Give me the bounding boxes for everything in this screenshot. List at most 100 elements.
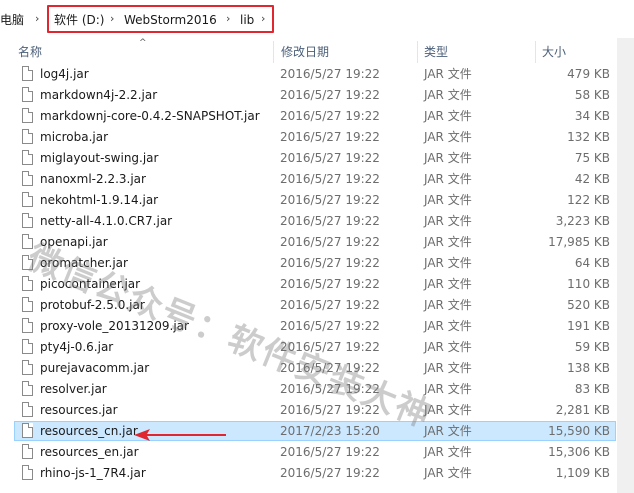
file-row[interactable]: oromatcher.jar 2016/5/27 19:22 JAR 文件 64 KB bbox=[0, 253, 634, 274]
file-name: markdownj-core-0.4.2-SNAPSHOT.jar bbox=[40, 109, 260, 123]
file-type: JAR 文件 bbox=[424, 382, 472, 396]
file-date: 2016/5/27 19:22 bbox=[280, 151, 380, 165]
file-type: JAR 文件 bbox=[424, 361, 472, 375]
file-icon bbox=[22, 66, 33, 81]
file-date: 2016/5/27 19:22 bbox=[280, 445, 380, 459]
column-header-row: ^ 名称 修改日期 类型 大小 bbox=[0, 38, 634, 64]
file-type: JAR 文件 bbox=[424, 403, 472, 417]
file-type: JAR 文件 bbox=[424, 235, 472, 249]
file-name: purejavacomm.jar bbox=[40, 361, 150, 375]
file-row[interactable]: nanoxml-2.2.3.jar 2016/5/27 19:22 JAR 文件 42… bbox=[0, 169, 634, 190]
file-name: resources_en.jar bbox=[40, 445, 139, 459]
file-size: 110 KB bbox=[567, 277, 610, 291]
file-icon bbox=[22, 276, 33, 291]
file-row[interactable]: log4j.jar 2016/5/27 19:22 JAR 文件 479 KB bbox=[0, 64, 634, 85]
address-bar[interactable]: 电脑 › 软件 (D:) › WebStorm2016 › lib › bbox=[0, 0, 634, 39]
file-size: 191 KB bbox=[567, 319, 610, 333]
file-row[interactable]: resources_cn.jar 2017/2/23 15:20 JAR 文件 15,… bbox=[0, 421, 634, 442]
file-row[interactable]: protobuf-2.5.0.jar 2016/5/27 19:22 JAR 文件 5… bbox=[0, 295, 634, 316]
file-type: JAR 文件 bbox=[424, 172, 472, 186]
column-header-date[interactable]: 修改日期 bbox=[281, 44, 329, 60]
file-row[interactable]: microba.jar 2016/5/27 19:22 JAR 文件 132 KB bbox=[0, 127, 634, 148]
column-divider[interactable] bbox=[417, 41, 418, 63]
file-row[interactable]: resources_en.jar 2016/5/27 19:22 JAR 文件 15,… bbox=[0, 442, 634, 463]
file-size: 122 KB bbox=[567, 193, 610, 207]
file-size: 42 KB bbox=[574, 172, 610, 186]
file-row[interactable]: markdownj-core-0.4.2-SNAPSHOT.jar 2016/5/… bbox=[0, 106, 634, 127]
file-icon bbox=[22, 360, 33, 375]
file-type: JAR 文件 bbox=[424, 130, 472, 144]
file-size: 64 KB bbox=[574, 256, 610, 270]
file-name: netty-all-4.1.0.CR7.jar bbox=[40, 214, 173, 228]
file-date: 2016/5/27 19:22 bbox=[280, 130, 380, 144]
file-date: 2016/5/27 19:22 bbox=[280, 235, 380, 249]
file-type: JAR 文件 bbox=[424, 298, 472, 312]
file-icon bbox=[22, 318, 33, 333]
file-icon bbox=[22, 192, 33, 207]
file-size: 15,306 KB bbox=[548, 445, 610, 459]
file-size: 132 KB bbox=[567, 130, 610, 144]
file-date: 2016/5/27 19:22 bbox=[280, 298, 380, 312]
file-icon bbox=[22, 402, 33, 417]
file-name: microba.jar bbox=[40, 130, 109, 144]
column-header-type[interactable]: 类型 bbox=[424, 44, 448, 60]
file-row[interactable]: rhino-js-1_7R4.jar 2016/5/27 19:22 JAR 文件 1… bbox=[0, 463, 634, 484]
file-type: JAR 文件 bbox=[424, 277, 472, 291]
file-type: JAR 文件 bbox=[424, 193, 472, 207]
file-date: 2016/5/27 19:22 bbox=[280, 256, 380, 270]
file-name: nekohtml-1.9.14.jar bbox=[40, 193, 159, 207]
file-type: JAR 文件 bbox=[424, 256, 472, 270]
file-row[interactable]: resolver.jar 2016/5/27 19:22 JAR 文件 83 KB bbox=[0, 379, 634, 400]
file-icon bbox=[22, 339, 33, 354]
file-row[interactable]: pty4j-0.6.jar 2016/5/27 19:22 JAR 文件 59 KB bbox=[0, 337, 634, 358]
file-icon bbox=[22, 297, 33, 312]
file-size: 15,590 KB bbox=[548, 424, 610, 438]
file-row[interactable]: picocontainer.jar 2016/5/27 19:22 JAR 文件 11… bbox=[0, 274, 634, 295]
file-size: 479 KB bbox=[567, 67, 610, 81]
file-type: JAR 文件 bbox=[424, 466, 472, 480]
column-divider[interactable] bbox=[273, 41, 274, 63]
file-date: 2016/5/27 19:22 bbox=[280, 382, 380, 396]
file-icon bbox=[22, 213, 33, 228]
file-name: picocontainer.jar bbox=[40, 277, 141, 291]
red-arrow-annotation-icon bbox=[134, 429, 226, 441]
file-type: JAR 文件 bbox=[424, 445, 472, 459]
file-icon bbox=[22, 465, 33, 480]
breadcrumb-chevron-icon[interactable]: › bbox=[35, 12, 39, 25]
file-row[interactable]: purejavacomm.jar 2016/5/27 19:22 JAR 文件 138… bbox=[0, 358, 634, 379]
sort-ascending-icon: ^ bbox=[139, 38, 147, 48]
file-size: 75 KB bbox=[574, 151, 610, 165]
file-type: JAR 文件 bbox=[424, 88, 472, 102]
column-header-name[interactable]: 名称 bbox=[18, 44, 42, 60]
file-date: 2016/5/27 19:22 bbox=[280, 109, 380, 123]
vertical-scrollbar[interactable] bbox=[617, 38, 634, 493]
file-size: 520 KB bbox=[567, 298, 610, 312]
file-size: 2,281 KB bbox=[555, 403, 610, 417]
file-size: 138 KB bbox=[567, 361, 610, 375]
file-date: 2016/5/27 19:22 bbox=[280, 193, 380, 207]
file-icon bbox=[22, 150, 33, 165]
file-size: 17,985 KB bbox=[548, 235, 610, 249]
file-date: 2016/5/27 19:22 bbox=[280, 277, 380, 291]
file-row[interactable]: markdown4j-2.2.jar 2016/5/27 19:22 JAR 文件 5… bbox=[0, 85, 634, 106]
file-row[interactable]: openapi.jar 2016/5/27 19:22 JAR 文件 17,985 K… bbox=[0, 232, 634, 253]
file-icon bbox=[22, 234, 33, 249]
file-name: nanoxml-2.2.3.jar bbox=[40, 172, 146, 186]
file-row[interactable]: netty-all-4.1.0.CR7.jar 2016/5/27 19:22 JA… bbox=[0, 211, 634, 232]
file-icon bbox=[22, 171, 33, 186]
column-header-size[interactable]: 大小 bbox=[542, 44, 566, 60]
file-type: JAR 文件 bbox=[424, 340, 472, 354]
file-name: resolver.jar bbox=[40, 382, 107, 396]
file-type: JAR 文件 bbox=[424, 214, 472, 228]
breadcrumb-this-pc[interactable]: 电脑 bbox=[0, 12, 24, 28]
file-size: 3,223 KB bbox=[555, 214, 610, 228]
file-row[interactable]: resources.jar 2016/5/27 19:22 JAR 文件 2,281 … bbox=[0, 400, 634, 421]
file-row[interactable]: nekohtml-1.9.14.jar 2016/5/27 19:22 JAR 文件… bbox=[0, 190, 634, 211]
file-row[interactable]: miglayout-swing.jar 2016/5/27 19:22 JAR 文件… bbox=[0, 148, 634, 169]
file-name: resources_cn.jar bbox=[40, 424, 138, 438]
file-date: 2016/5/27 19:22 bbox=[280, 466, 380, 480]
file-icon bbox=[22, 129, 33, 144]
file-row[interactable]: proxy-vole_20131209.jar 2016/5/27 19:22 JA… bbox=[0, 316, 634, 337]
file-date: 2016/5/27 19:22 bbox=[280, 319, 380, 333]
column-divider[interactable] bbox=[535, 41, 536, 63]
